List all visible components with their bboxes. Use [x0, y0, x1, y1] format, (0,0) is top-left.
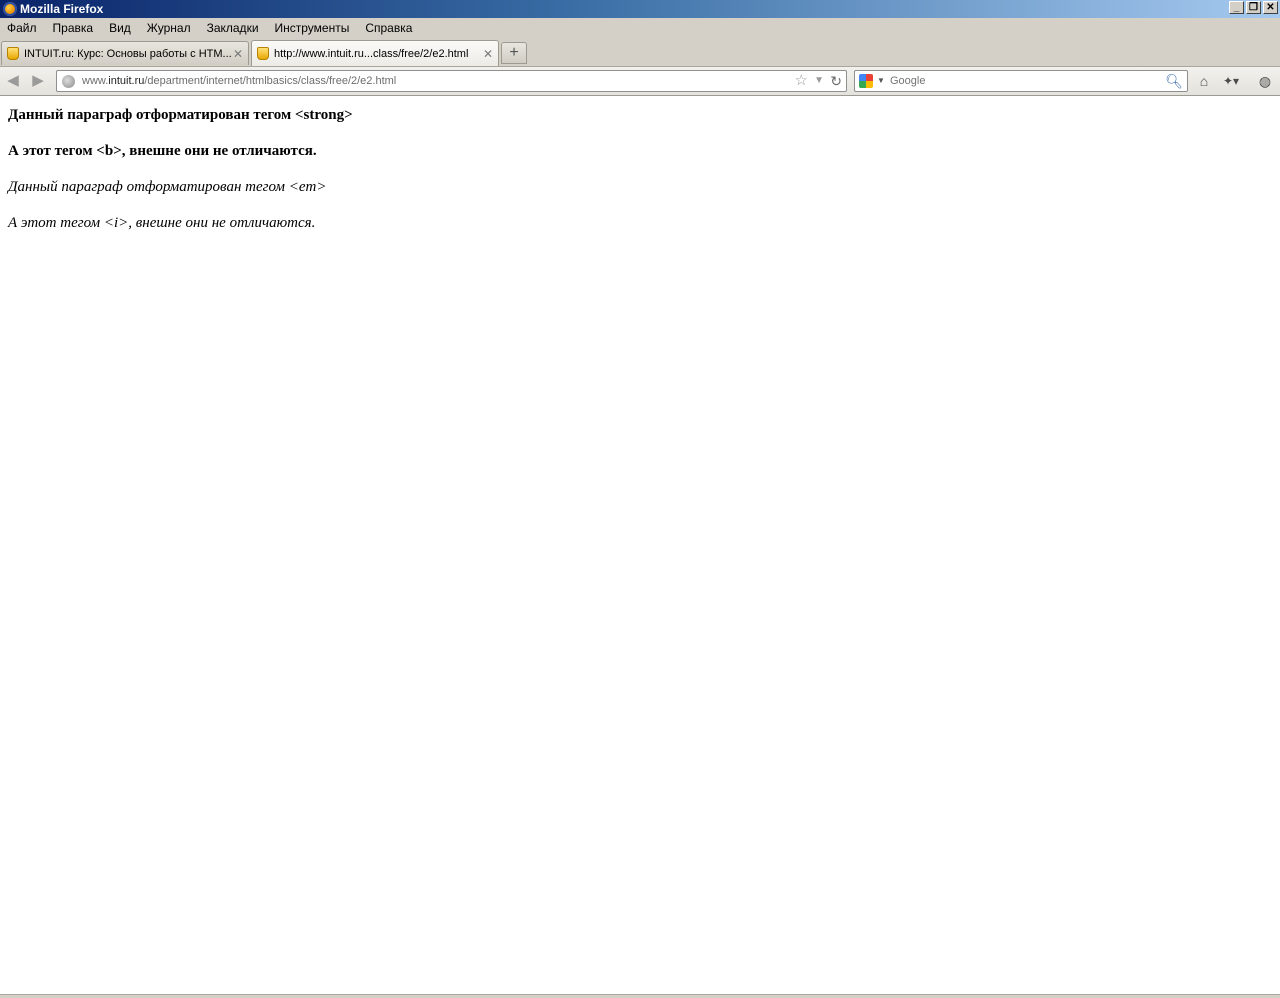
paragraph-em: Данный параграф отформатирован тегом <em… — [8, 179, 327, 195]
tab-close-icon[interactable]: ✕ — [232, 47, 244, 61]
tab-intuit-course[interactable]: INTUIT.ru: Курс: Основы работы с HTM... … — [1, 41, 249, 65]
search-input[interactable] — [890, 71, 1150, 91]
menu-bar: Файл Правка Вид Журнал Закладки Инструме… — [0, 18, 1280, 39]
star-icon[interactable]: ☆ — [795, 71, 808, 91]
google-engine-icon[interactable] — [859, 74, 873, 88]
site-identity-icon[interactable] — [62, 75, 75, 88]
reload-icon[interactable]: ↻ — [830, 71, 842, 91]
tab-strip: INTUIT.ru: Курс: Основы работы с HTM... … — [0, 39, 1280, 67]
home-icon[interactable]: ⌂ — [1195, 71, 1213, 91]
url-path: /department/internet/htmlbasics/class/fr… — [144, 75, 397, 87]
tab-label: http://www.intuit.ru...class/free/2/e2.h… — [274, 47, 469, 60]
search-bar[interactable]: ▼ 🔍︎ — [854, 70, 1188, 92]
status-bar — [0, 994, 1280, 998]
engine-dropdown-icon[interactable]: ▼ — [877, 71, 885, 91]
intuit-favicon-icon — [7, 47, 19, 60]
window-controls: _ ❐ ✕ — [1229, 1, 1278, 14]
window-title: Mozilla Firefox — [20, 2, 104, 16]
menu-edit[interactable]: Правка — [45, 18, 102, 39]
browser-window: Mozilla Firefox _ ❐ ✕ Файл Правка Вид Жу… — [0, 0, 1280, 998]
restore-button[interactable]: ❐ — [1246, 1, 1261, 14]
paragraph-strong: Данный параграф отформатирован тегом <st… — [8, 107, 353, 123]
notification-icon[interactable]: ◍ — [1255, 71, 1275, 91]
new-tab-button[interactable]: + — [501, 42, 527, 64]
forward-arrow-icon[interactable]: ▶ — [28, 71, 48, 91]
back-arrow-icon[interactable]: ◀ — [3, 71, 23, 91]
minimize-button[interactable]: _ — [1229, 1, 1244, 14]
menu-file[interactable]: Файл — [0, 18, 45, 39]
magnifier-icon[interactable]: 🔍︎ — [1165, 71, 1183, 91]
firefox-logo-icon — [3, 2, 17, 16]
menu-tools[interactable]: Инструменты — [267, 18, 358, 39]
intuit-favicon-icon — [257, 47, 269, 60]
menu-view[interactable]: Вид — [101, 18, 139, 39]
paragraph-b: А этот тегом <b>, внешне они не отличают… — [8, 143, 317, 159]
menu-bookmarks[interactable]: Закладки — [199, 18, 267, 39]
history-dropdown-icon[interactable]: ▼ — [814, 71, 824, 91]
paragraph-i: А этот тегом <i>, внешне они не отличают… — [8, 215, 316, 231]
tab-close-icon[interactable]: ✕ — [482, 47, 494, 61]
tab-e2-html[interactable]: http://www.intuit.ru...class/free/2/e2.h… — [251, 40, 499, 66]
page-content: Данный параграф отформатирован тегом <st… — [0, 96, 1280, 994]
tab-label: INTUIT.ru: Курс: Основы работы с HTM... — [24, 47, 232, 60]
url-domain: intuit.ru — [108, 75, 145, 87]
url-text[interactable]: www.intuit.ru/department/internet/htmlba… — [82, 71, 396, 91]
addon-menu-icon[interactable]: ✦▾ — [1218, 71, 1244, 91]
close-button[interactable]: ✕ — [1263, 1, 1278, 14]
menu-history[interactable]: Журнал — [139, 18, 199, 39]
navigation-toolbar: ◀ ▶ www.intuit.ru/department/internet/ht… — [0, 67, 1280, 96]
url-bar[interactable]: www.intuit.ru/department/internet/htmlba… — [56, 70, 847, 92]
menu-help[interactable]: Справка — [357, 18, 420, 39]
title-bar: Mozilla Firefox _ ❐ ✕ — [0, 0, 1280, 18]
